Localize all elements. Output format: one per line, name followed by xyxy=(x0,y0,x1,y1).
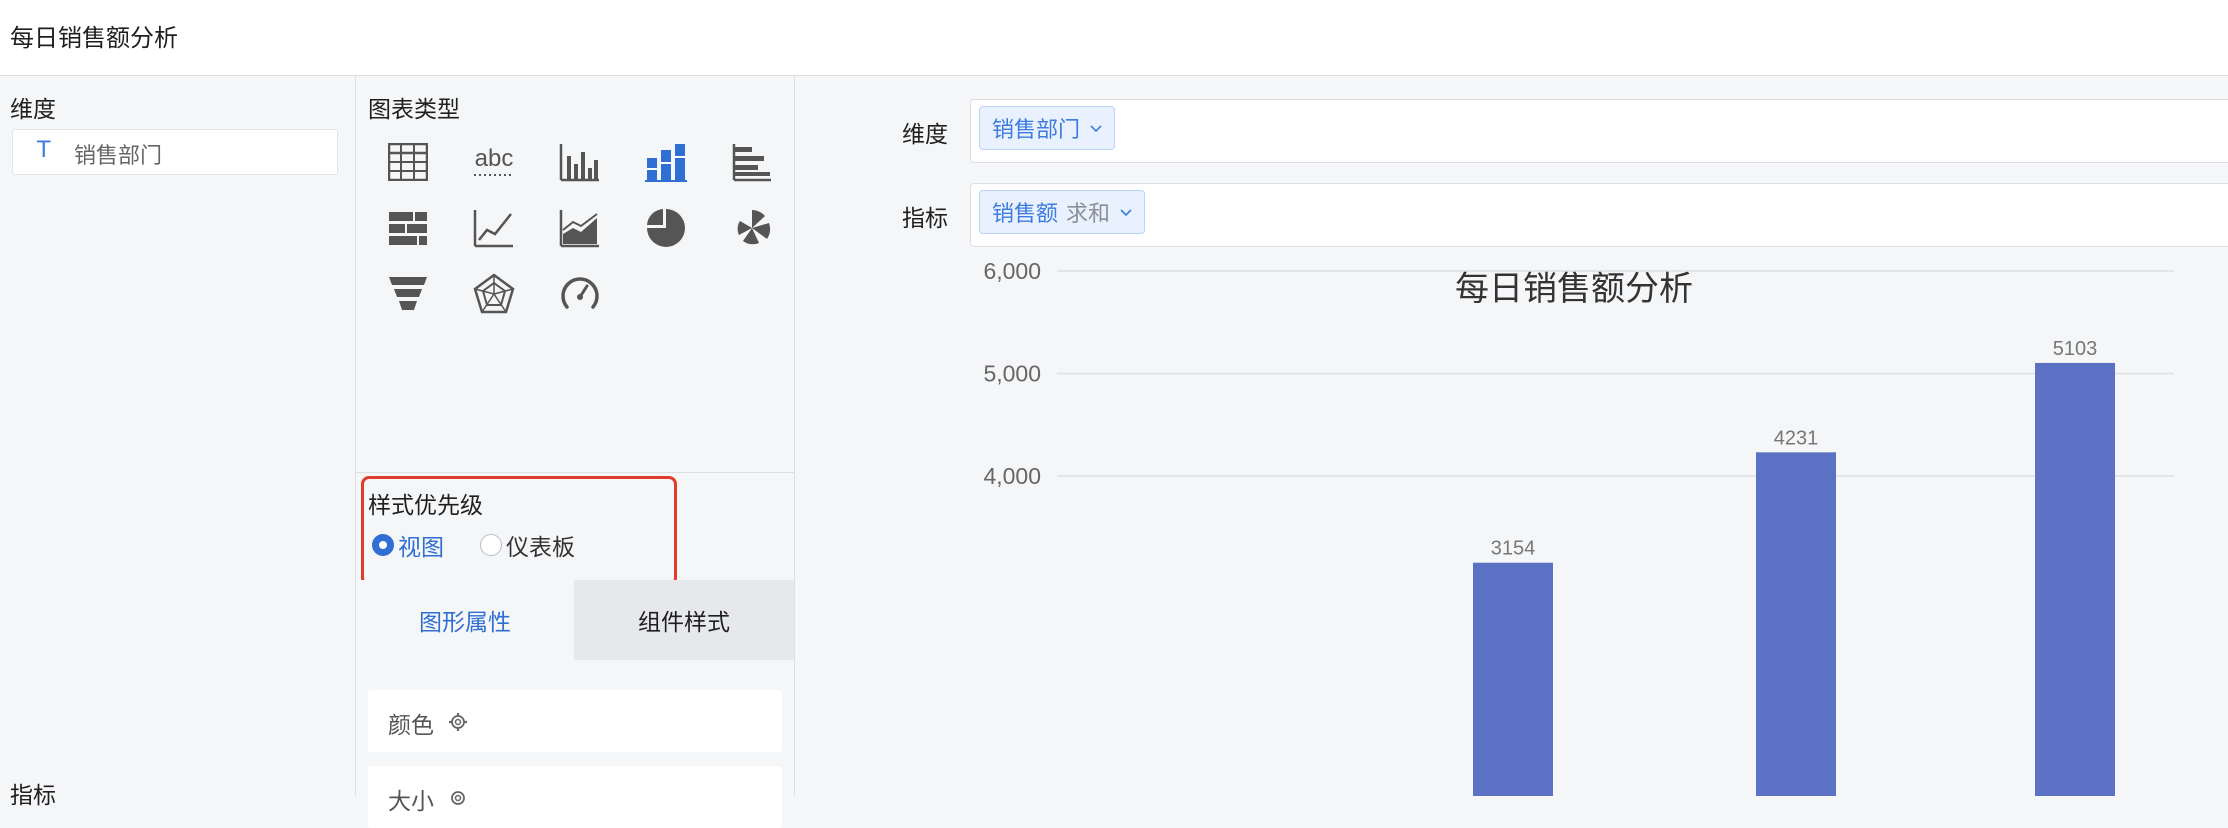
dimension-pill-label: 销售部门 xyxy=(992,118,1081,143)
tab-shape-properties[interactable]: 图形属性 xyxy=(356,580,574,660)
table-icon[interactable] xyxy=(380,134,436,190)
bar-value-label: 4231 xyxy=(1774,427,1819,449)
y-tick-label: 5,000 xyxy=(983,361,1041,387)
chart-editor-main: 维度 销售部门 指标 销售额 求和 每日销售额分析 6,000 5,000 4,00… xyxy=(796,76,2228,796)
chevron-down-icon xyxy=(1120,209,1132,217)
gear-icon[interactable] xyxy=(448,712,468,732)
property-color[interactable]: 颜色 xyxy=(368,690,782,752)
property-tabs: 图形属性 组件样式 xyxy=(356,580,794,660)
metric-shelf[interactable]: 销售额 求和 xyxy=(970,183,2228,247)
bar-chart-icon[interactable] xyxy=(552,134,608,190)
metric-section-label: 指标 xyxy=(10,783,56,809)
line-chart-icon[interactable] xyxy=(466,200,522,256)
funnel-icon[interactable] xyxy=(380,266,436,322)
style-priority-label: 样式优先级 xyxy=(368,493,483,519)
bar[interactable] xyxy=(1756,452,1836,796)
y-tick-label: 4,000 xyxy=(983,463,1041,489)
dimension-field-label: 销售部门 xyxy=(74,144,163,169)
radio-option-dashboard[interactable]: 仪表板 xyxy=(480,528,575,562)
property-size-label: 大小 xyxy=(388,789,434,815)
bar[interactable] xyxy=(2035,362,2115,796)
dimension-shelf-label: 维度 xyxy=(902,122,948,148)
svg-text:abc: abc xyxy=(475,145,514,172)
metric-shelf-label: 指标 xyxy=(902,206,948,232)
bar-value-label: 5103 xyxy=(2053,338,2098,360)
stacked-horizontal-bar-icon[interactable] xyxy=(380,200,436,256)
rose-chart-icon[interactable] xyxy=(724,200,780,256)
horizontal-bar-icon[interactable] xyxy=(724,134,780,190)
dimension-section-label: 维度 xyxy=(10,97,56,123)
property-size[interactable]: 大小 xyxy=(368,766,782,828)
stacked-bar-icon[interactable] xyxy=(638,134,694,190)
aggregation-label: 求和 xyxy=(1066,202,1111,227)
property-color-label: 颜色 xyxy=(388,713,434,739)
chart-type-label: 图表类型 xyxy=(368,97,460,123)
dimension-field-item[interactable]: T 销售部门 xyxy=(12,129,338,175)
gauge-icon[interactable] xyxy=(552,266,608,322)
radio-label-view: 视图 xyxy=(398,535,444,561)
radio-option-view[interactable]: 视图 xyxy=(372,528,444,562)
page-title: 每日销售额分析 xyxy=(10,24,178,52)
chart-config-panel: 图表类型 abc 样式优先级 视图 仪表板 图形属性 组件样式 颜色 大小 xyxy=(356,76,795,828)
radio-checked-icon xyxy=(372,534,394,556)
text-type-icon: T xyxy=(37,138,51,163)
radar-icon[interactable] xyxy=(466,266,522,322)
radio-unchecked-icon xyxy=(480,534,502,556)
text-abc-icon[interactable]: abc xyxy=(466,134,522,190)
chart-title: 每日销售额分析 xyxy=(1455,270,1693,308)
bar[interactable] xyxy=(1473,562,1553,796)
tab-component-style[interactable]: 组件样式 xyxy=(574,580,794,660)
dimension-pill[interactable]: 销售部门 xyxy=(979,106,1116,150)
bar-chart: 每日销售额分析 6,000 5,000 4,000 3154 4231 5103 xyxy=(983,258,2174,796)
top-bar: 每日销售额分析 xyxy=(0,0,2228,76)
chevron-down-icon xyxy=(1090,125,1102,133)
y-tick-label: 6,000 xyxy=(983,258,1041,284)
area-chart-icon[interactable] xyxy=(552,200,608,256)
metric-pill[interactable]: 销售额 求和 xyxy=(979,190,1146,234)
gear-icon[interactable] xyxy=(448,788,468,808)
panel-divider xyxy=(356,472,794,473)
bar-value-label: 3154 xyxy=(1491,538,1536,560)
dimension-shelf[interactable]: 销售部门 xyxy=(970,99,2228,163)
metric-pill-label: 销售额 xyxy=(992,202,1059,227)
pie-chart-icon[interactable] xyxy=(638,200,694,256)
left-panel: 维度 T 销售部门 指标 xyxy=(0,76,356,809)
radio-label-dashboard: 仪表板 xyxy=(506,535,575,561)
